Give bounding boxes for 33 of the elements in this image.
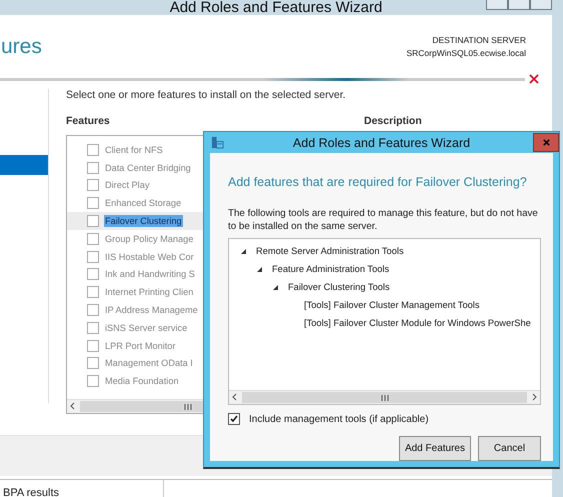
feature-item[interactable]: Enhanced Storage: [104, 197, 182, 210]
feature-item[interactable]: Internet Printing Clien: [104, 286, 194, 298]
tree-item[interactable]: [Tools] Failover Cluster Module for Windows PowerShe: [304, 318, 531, 328]
feature-item[interactable]: Ink and Handwriting S: [104, 268, 196, 280]
dialog-title: Add Roles and Features Wizard: [292, 136, 472, 150]
checkbox-label[interactable]: Include management tools (if applicable): [249, 414, 429, 424]
window-title: Add Roles and Features Wizard: [168, 0, 384, 16]
dialog-heading: Add features that are required for Failover Clustering?: [228, 175, 528, 189]
feature-item[interactable]: Group Policy Manage: [104, 232, 194, 245]
feature-item[interactable]: LPR Port Monitor: [104, 340, 176, 352]
feature-item[interactable]: Failover Clustering: [104, 215, 183, 228]
tree-item[interactable]: [Tools] Failover Cluster Management Tools: [304, 300, 480, 310]
description-heading: Description: [364, 115, 422, 127]
feature-item[interactable]: iSNS Server service: [104, 322, 188, 334]
tree-item[interactable]: Feature Administration Tools: [272, 264, 390, 274]
destination-server: SRCorpWinSQL05.ecwise.local: [406, 48, 526, 58]
dialog-message: The following tools are required to manage this feature, but do not have to be installed on the same server.: [228, 207, 539, 233]
feature-item[interactable]: Direct Play: [104, 179, 150, 192]
page-heading: ures: [1, 35, 42, 59]
feature-item[interactable]: Media Foundation: [104, 375, 180, 388]
instruction-text: Select one or more features to install on the selected server.: [66, 89, 347, 101]
add-features-button[interactable]: Add Features: [398, 436, 471, 461]
status-tab[interactable]: BPA results: [3, 487, 60, 497]
feature-item[interactable]: IP Address Manageme: [104, 304, 199, 316]
feature-item[interactable]: Data Center Bridging: [104, 162, 192, 174]
features-heading: Features: [66, 115, 111, 127]
feature-item[interactable]: Client for NFS: [104, 144, 164, 156]
cancel-button[interactable]: Cancel: [478, 436, 541, 461]
tree-item[interactable]: Failover Clustering Tools: [288, 282, 390, 292]
feature-item[interactable]: IIS Hostable Web Cor: [104, 250, 195, 263]
tree-item[interactable]: Remote Server Administration Tools: [256, 246, 404, 256]
feature-item[interactable]: Management OData I: [104, 357, 194, 370]
destination-label: DESTINATION SERVER: [432, 34, 526, 44]
